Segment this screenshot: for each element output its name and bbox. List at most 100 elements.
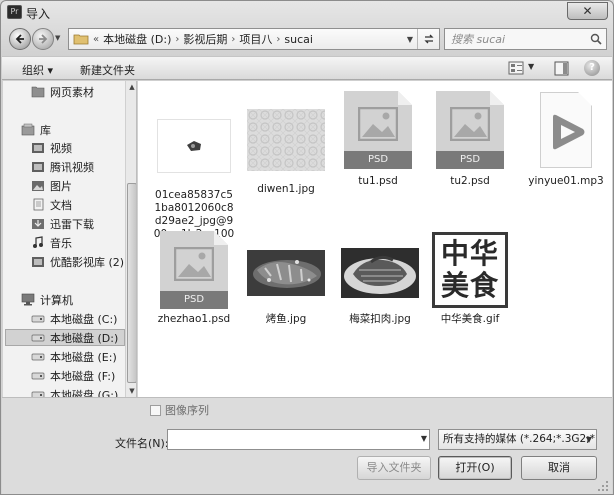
image-sequence-checkbox[interactable]: 图像序列 xyxy=(150,402,209,418)
breadcrumb-drive-d[interactable]: 本地磁盘 (D:) xyxy=(103,31,171,47)
file-item[interactable]: yinyue01.mp3 xyxy=(520,89,612,188)
arrow-right-icon xyxy=(39,34,48,44)
breadcrumb-separator[interactable]: › xyxy=(227,34,239,45)
breadcrumb-separator[interactable]: › xyxy=(171,34,183,45)
nav-item-label: 图片 xyxy=(50,179,72,193)
file-name-label: 文件名(N): xyxy=(115,437,169,450)
resize-grip-icon[interactable] xyxy=(597,480,609,492)
import-folder-button[interactable]: 导入文件夹 xyxy=(357,456,431,480)
nav-item-videos[interactable]: 视频 xyxy=(31,139,72,156)
new-folder-button[interactable]: 新建文件夹 xyxy=(80,62,135,78)
file-name-input[interactable]: ▼ xyxy=(167,429,430,450)
nav-item-drive-g[interactable]: 本地磁盘 (G:) xyxy=(31,386,118,397)
nav-item-computer[interactable]: 计算机 xyxy=(21,291,73,308)
scroll-down-arrow-icon[interactable]: ▼ xyxy=(126,385,136,397)
file-item[interactable]: 梅菜扣肉.jpg xyxy=(336,241,424,326)
nav-item-web-assets[interactable]: 网页素材 xyxy=(31,83,94,100)
psd-label: PSD xyxy=(436,151,504,169)
file-list-area: 01cea85837c51ba8012060c8d29ae2_jpg@900w_… xyxy=(138,81,612,397)
address-bar[interactable]: « 本地磁盘 (D:) › 影视后期 › 项目八 › sucai ▼ xyxy=(68,28,440,50)
logo-text-bottom: 美食 xyxy=(440,269,499,302)
grilled-fish-photo xyxy=(247,250,325,296)
nav-item-label: 本地磁盘 (E:) xyxy=(50,350,117,364)
file-thumbnail xyxy=(152,105,236,187)
recent-pages-dropdown[interactable]: ▼ xyxy=(55,34,65,44)
address-dropdown-arrow[interactable]: ▼ xyxy=(403,29,417,49)
file-thumbnail xyxy=(336,241,424,305)
forward-button[interactable] xyxy=(32,28,54,50)
breadcrumb-sucai[interactable]: sucai xyxy=(284,33,313,46)
pattern-image xyxy=(247,109,325,171)
nav-item-music[interactable]: 音乐 xyxy=(31,234,72,251)
refresh-button[interactable] xyxy=(417,29,439,49)
open-button[interactable]: 打开(O) xyxy=(438,456,512,480)
preview-pane-icon[interactable] xyxy=(554,61,569,76)
picture-library-icon xyxy=(32,181,44,191)
nav-pane-scrollbar[interactable]: ▲ ▼ xyxy=(125,81,136,397)
file-thumbnail: PSD xyxy=(428,89,512,171)
help-icon[interactable]: ? xyxy=(584,60,600,76)
file-thumbnail: PSD xyxy=(152,229,236,311)
folder-icon xyxy=(31,86,45,98)
document-library-icon xyxy=(33,198,44,211)
file-item[interactable]: PSD tu2.psd xyxy=(428,89,512,188)
nav-item-label: 本地磁盘 (C:) xyxy=(50,312,118,326)
breadcrumb-project-eight[interactable]: 项目八 xyxy=(239,31,272,47)
nav-item-drive-c[interactable]: 本地磁盘 (C:) xyxy=(31,310,117,327)
nav-item-drive-e[interactable]: 本地磁盘 (E:) xyxy=(31,348,117,365)
file-name: tu1.psd xyxy=(358,175,398,187)
scrollbar-thumb[interactable] xyxy=(127,183,136,383)
nav-item-label: 本地磁盘 (G:) xyxy=(50,388,119,398)
nav-item-youku-library[interactable]: 优酷影视库 (2) xyxy=(31,253,124,270)
nav-item-label: 计算机 xyxy=(40,293,73,307)
file-item[interactable]: PSD zhezhao1.psd xyxy=(152,229,236,326)
navigation-pane: 网页素材 库 视频 腾讯视频 图片 文档 迅雷下载 音乐 优酷影视库 (2) 计… xyxy=(3,81,137,397)
nav-item-documents[interactable]: 文档 xyxy=(31,196,72,213)
breadcrumb-post-production[interactable]: 影视后期 xyxy=(183,31,227,47)
file-item[interactable]: 中华 美食 中华美食.gif xyxy=(428,229,512,326)
scroll-up-arrow-icon[interactable]: ▲ xyxy=(126,81,136,93)
view-dropdown-arrow[interactable]: ▼ xyxy=(528,62,534,71)
back-button[interactable] xyxy=(9,28,31,50)
file-thumbnail xyxy=(244,99,328,181)
file-name: yinyue01.mp3 xyxy=(528,175,604,187)
breadcrumb-overflow[interactable]: « xyxy=(89,34,103,45)
nav-item-label: 腾讯视频 xyxy=(50,160,94,174)
drive-icon xyxy=(31,372,45,380)
file-name: 中华美食.gif xyxy=(440,313,500,325)
computer-icon xyxy=(21,293,35,306)
file-name: zhezhao1.psd xyxy=(157,313,231,325)
file-item[interactable]: PSD tu1.psd xyxy=(336,89,420,188)
cancel-button[interactable]: 取消 xyxy=(521,456,597,480)
file-item[interactable]: 烤鱼.jpg xyxy=(244,241,328,326)
nav-item-tencent-video[interactable]: 腾讯视频 xyxy=(31,158,94,175)
nav-item-drive-f[interactable]: 本地磁盘 (F:) xyxy=(31,367,115,384)
search-icon[interactable] xyxy=(586,29,606,49)
nav-item-pictures[interactable]: 图片 xyxy=(31,177,72,194)
organize-menu[interactable]: 组织 ▾ xyxy=(22,62,53,78)
title-bar: Pr 导入 ✕ xyxy=(1,1,613,23)
window-title: 导入 xyxy=(26,7,51,21)
close-button[interactable]: ✕ xyxy=(567,2,608,20)
file-item[interactable]: diwen1.jpg xyxy=(244,99,328,196)
file-name-dropdown-arrow[interactable]: ▼ xyxy=(421,434,427,443)
nav-item-libraries[interactable]: 库 xyxy=(21,121,51,138)
view-options-icon[interactable] xyxy=(508,61,524,75)
chinese-food-logo: 中华 美食 xyxy=(432,232,508,308)
video-library-icon xyxy=(32,143,44,153)
breadcrumb-separator[interactable]: › xyxy=(272,34,284,45)
command-toolbar: 组织 ▾ 新建文件夹 ▼ ? xyxy=(2,56,612,80)
braised-pork-photo xyxy=(341,248,419,298)
nav-item-drive-d[interactable]: 本地磁盘 (D:) xyxy=(5,329,125,346)
file-type-value: 所有支持的媒体 (*.264;*.3G2;* xyxy=(443,433,595,445)
file-type-select[interactable]: 所有支持的媒体 (*.264;*.3G2;* ▼ xyxy=(438,429,597,450)
nav-item-xunlei-downloads[interactable]: 迅雷下载 xyxy=(31,215,94,232)
import-dialog: Pr 导入 ✕ ▼ « 本地磁盘 (D:) › 影视后期 › 项目八 › suc… xyxy=(0,0,614,495)
search-box[interactable]: 搜索 sucai xyxy=(444,28,607,50)
folder-icon xyxy=(73,34,89,45)
search-input[interactable]: 搜索 sucai xyxy=(451,31,586,47)
nav-item-label: 本地磁盘 (D:) xyxy=(50,331,119,345)
checkbox-box[interactable] xyxy=(150,404,161,416)
nav-item-label: 本地磁盘 (F:) xyxy=(50,369,116,383)
file-name: diwen1.jpg xyxy=(257,183,315,195)
